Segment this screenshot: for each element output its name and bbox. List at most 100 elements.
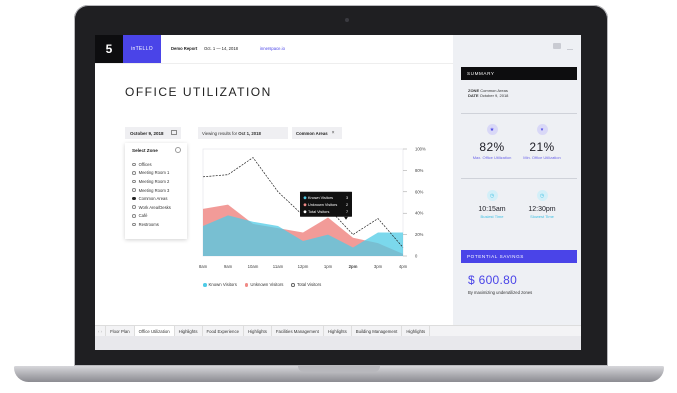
zone-option-meeting-room-2[interactable]: Meeting Room 2	[132, 177, 171, 186]
potential-savings-header: POTENTIAL SAVINGS	[461, 250, 577, 263]
report-date-range: Oct. 1 — 14, 2018	[204, 46, 238, 51]
report-label: Demo Report	[171, 46, 198, 51]
tooltip-swatch	[303, 203, 307, 207]
zone-option-offices[interactable]: Offices	[132, 160, 171, 169]
zone-option-label: Café	[138, 213, 148, 219]
radio-selected-icon[interactable]	[132, 196, 136, 201]
radio-icon[interactable]	[132, 188, 136, 192]
date-picker[interactable]: October 9, 2018	[125, 127, 181, 139]
app-screen: 5 inTELLO Demo Report Oct. 1 — 14, 2018 …	[95, 35, 581, 350]
max-utilization-stat: ★ 82% Max. Office Utilization	[467, 124, 517, 160]
utilization-chart: 100% 80% 60% 40% 20% 0 8am 9am 10am 11am 12pm 1pm 2p…	[199, 147, 426, 270]
tooltip-swatch	[303, 196, 307, 200]
radio-icon[interactable]	[132, 222, 136, 227]
y-tick-label: 20%	[415, 232, 424, 237]
zone-option-label: Offices	[138, 161, 152, 167]
zone-list: Offices Meeting Room 1 Meeting Room 2 Me…	[132, 160, 171, 229]
star-icon: ★	[486, 124, 498, 135]
x-tick-label: 4pm	[399, 264, 408, 269]
y-tick-label: 0	[415, 254, 418, 259]
viewing-prefix: Viewing results for	[202, 130, 238, 136]
tooltip-pointer	[344, 216, 348, 220]
zone-option-restrooms[interactable]: Restrooms	[132, 220, 171, 229]
min-utilization-value: 21%	[529, 140, 555, 154]
legend-label: Total Visitors	[296, 282, 322, 287]
tooltip-label: Unknown Visitors	[308, 203, 337, 207]
x-tick-label: 3pm	[374, 264, 383, 269]
radio-icon[interactable]	[132, 179, 136, 184]
zone-option-label: Meeting Room 3	[138, 187, 170, 193]
legend-swatch-known	[203, 283, 207, 287]
viewing-date: Oct 1, 2018	[238, 130, 261, 136]
busiest-time-stat: ◷ 10:15am Busiest Time	[467, 190, 517, 219]
legend-item-total[interactable]: Total Visitors	[291, 282, 321, 287]
search-icon[interactable]	[175, 147, 181, 153]
bottom-strip	[95, 336, 581, 350]
y-tick-label: 100%	[415, 147, 426, 152]
legend-item-unknown[interactable]: Unknown Visitors	[244, 282, 284, 287]
y-tick-label: 60%	[415, 189, 424, 194]
chart-legend: Known Visitors Unknown Visitors Total Vi…	[203, 282, 321, 287]
slowest-time-label: Slowest Time	[530, 214, 554, 219]
y-tick-label: 40%	[415, 211, 424, 216]
x-tick-label: 2pm	[349, 264, 358, 269]
filter-chip[interactable]: Common Areas ×	[292, 127, 342, 139]
date-value: October 9, 2018	[479, 93, 509, 98]
page-title: OFFICE UTILIZATION	[125, 85, 272, 99]
panel-actions	[553, 43, 573, 50]
calendar-icon[interactable]	[171, 130, 177, 135]
legend-item-known[interactable]: Known Visitors	[203, 282, 237, 287]
radio-icon[interactable]	[132, 214, 136, 218]
zone-option-label: Work Area/Desks	[138, 204, 171, 210]
legend-label: Known Visitors	[208, 282, 237, 287]
viewing-results-label: Viewing results for Oct 1, 2018	[198, 127, 288, 139]
tooltip-value: 7	[346, 210, 348, 214]
zone-option-meeting-room-3[interactable]: Meeting Room 3	[132, 186, 171, 195]
zone-option-meeting-room-1[interactable]: Meeting Room 1	[132, 169, 171, 178]
date-key: DATE	[468, 93, 479, 98]
tooltip-label: Known Visitors	[308, 196, 333, 200]
x-tick-label: 8am	[199, 264, 208, 269]
date-picker-value: October 9, 2018	[130, 130, 164, 136]
legend-swatch-unknown	[244, 283, 249, 287]
busiest-time-label: Busiest Time	[480, 214, 504, 219]
tooltip-value: 3	[346, 196, 348, 200]
tooltip-value: 2	[346, 203, 348, 207]
legend-label: Unknown Visitors	[250, 282, 284, 287]
y-tick-label: 80%	[415, 168, 424, 173]
busiest-time-value: 10:15am	[478, 206, 506, 213]
zone-option-label: Restrooms	[138, 221, 159, 227]
zone-option-common-areas[interactable]: Common Areas	[132, 194, 171, 203]
min-utilization-stat: ▾ 21% Min. Office Utilization	[517, 124, 567, 160]
summary-meta: ZONE Common Areas DATE October 9, 2018	[468, 88, 508, 98]
laptop-notch	[298, 366, 380, 372]
tooltip-label: Total Visitors	[308, 210, 330, 214]
clock-icon: ◷	[486, 190, 498, 201]
top-bar: 5 inTELLO Demo Report Oct. 1 — 14, 2018 …	[95, 35, 453, 64]
close-icon[interactable]: ×	[332, 130, 335, 136]
radio-icon[interactable]	[132, 205, 136, 210]
zone-option-work-area[interactable]: Work Area/Desks	[132, 203, 171, 212]
camera-dot	[345, 18, 349, 22]
zone-option-cafe[interactable]: Café	[132, 212, 171, 221]
radio-icon[interactable]	[132, 171, 136, 175]
summary-panel: SUMMARY ZONE Common Areas DATE October 9…	[453, 35, 581, 325]
tooltip-swatch	[303, 210, 307, 214]
innerspace-link[interactable]: innerspace.io	[260, 46, 285, 51]
download-icon[interactable]	[567, 43, 573, 50]
zone-selector-panel: Select Zone Offices Meeting Room 1 Meeti…	[125, 143, 187, 239]
x-tick-label: 10am	[248, 264, 259, 269]
x-tick-label: 11am	[273, 264, 284, 269]
divider	[461, 113, 577, 114]
brand-label[interactable]: inTELLO	[123, 35, 161, 63]
savings-note: By maximizing underutilized zones	[468, 290, 533, 295]
min-utilization-label: Min. Office Utilization	[523, 155, 561, 160]
zone-option-label: Meeting Room 2	[138, 178, 170, 184]
x-tick-label: 1pm	[324, 264, 333, 269]
divider	[461, 178, 577, 179]
present-icon[interactable]	[553, 43, 561, 49]
app-logo[interactable]: 5	[95, 35, 123, 63]
radio-icon[interactable]	[132, 162, 136, 167]
max-utilization-value: 82%	[479, 140, 505, 154]
filter-chip-label: Common Areas	[296, 130, 328, 136]
